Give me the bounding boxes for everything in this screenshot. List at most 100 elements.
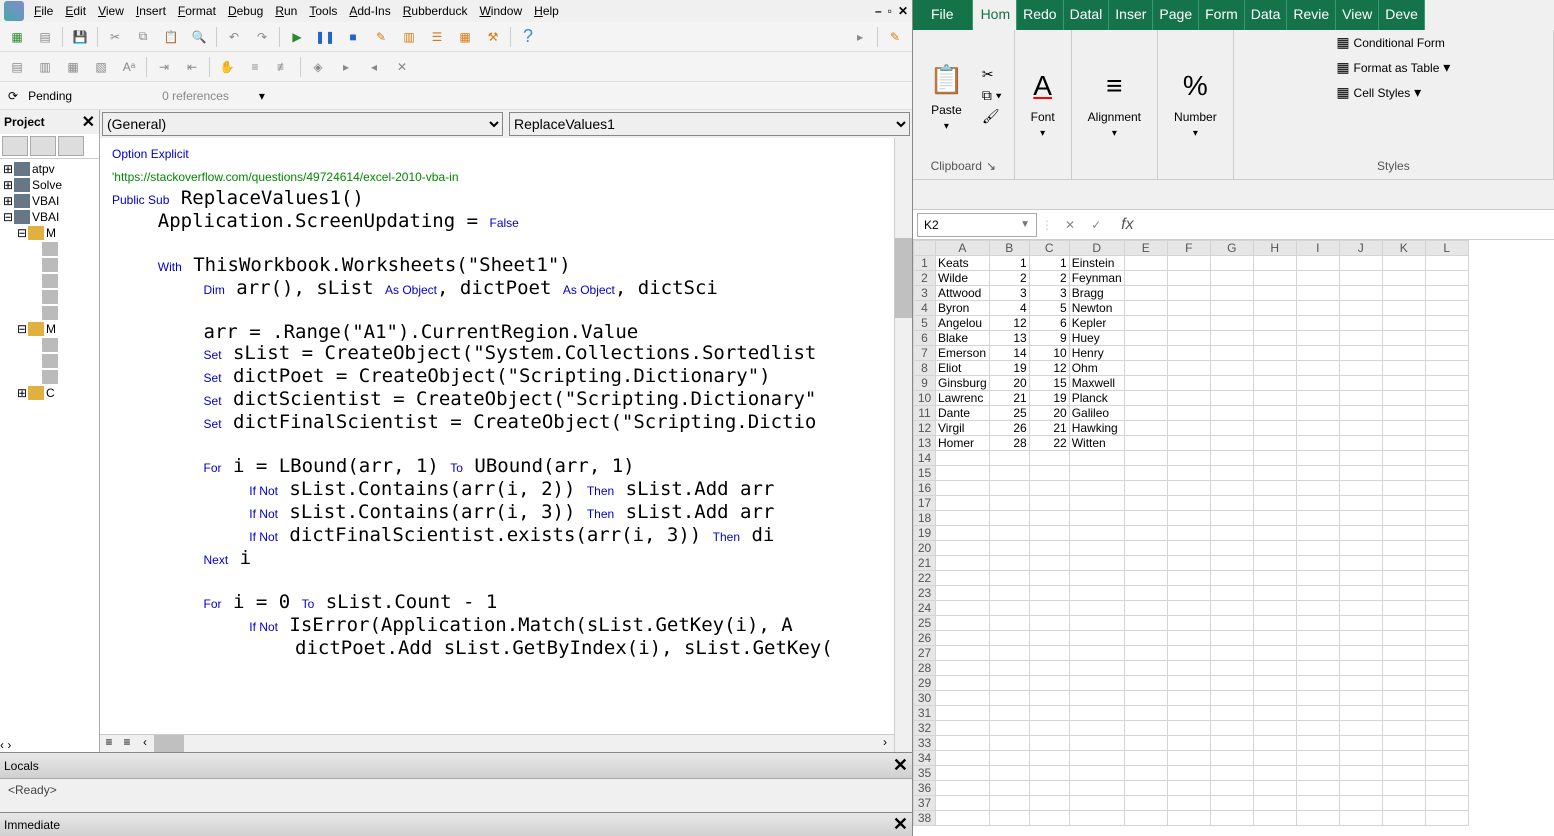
cell[interactable] [1210, 781, 1253, 796]
copy-icon[interactable]: ⧉ [130, 25, 156, 49]
cell[interactable] [1210, 571, 1253, 586]
view-object-icon[interactable] [30, 136, 56, 156]
cell[interactable] [1210, 436, 1253, 451]
row-header[interactable]: 3 [914, 286, 936, 301]
row-header[interactable]: 9 [914, 376, 936, 391]
cell[interactable]: 15 [1029, 376, 1069, 391]
next-bookmark-icon[interactable]: ▸ [333, 55, 359, 79]
cell[interactable] [1425, 481, 1468, 496]
cell[interactable] [989, 541, 1029, 556]
col-header-E[interactable]: E [1124, 241, 1167, 256]
cell[interactable] [1296, 421, 1339, 436]
cell[interactable] [936, 616, 990, 631]
cell[interactable] [1253, 796, 1296, 811]
cell[interactable] [1253, 391, 1296, 406]
col-header-A[interactable]: A [936, 241, 990, 256]
cell[interactable] [936, 736, 990, 751]
help-icon[interactable]: ? [515, 25, 541, 49]
cell[interactable] [936, 631, 990, 646]
cell[interactable] [1167, 691, 1210, 706]
close-icon[interactable]: ✕ [893, 755, 908, 776]
cell[interactable] [1425, 286, 1468, 301]
close-icon[interactable]: ✕ [893, 814, 908, 835]
cell[interactable] [1069, 571, 1124, 586]
menu-view[interactable]: View [92, 2, 130, 20]
row-header[interactable]: 29 [914, 676, 936, 691]
cell[interactable] [1253, 436, 1296, 451]
cell[interactable] [1167, 421, 1210, 436]
cell[interactable] [1029, 691, 1069, 706]
tab-redo[interactable]: Redo [1017, 0, 1063, 30]
cell[interactable]: 10 [1029, 346, 1069, 361]
tree-node[interactable]: ⊟M [2, 321, 97, 337]
cell[interactable] [1069, 601, 1124, 616]
object-browser-icon[interactable]: ▦ [452, 25, 478, 49]
cell[interactable] [1029, 781, 1069, 796]
cell[interactable] [1339, 406, 1382, 421]
cell[interactable]: Angelou [936, 316, 990, 331]
cell[interactable]: 20 [989, 376, 1029, 391]
cell[interactable] [989, 451, 1029, 466]
cell[interactable] [1210, 361, 1253, 376]
row-header[interactable]: 15 [914, 466, 936, 481]
cell[interactable]: Kepler [1069, 316, 1124, 331]
row-header[interactable]: 34 [914, 751, 936, 766]
cell[interactable] [1339, 811, 1382, 826]
cell[interactable] [936, 586, 990, 601]
excel-icon[interactable]: ▦ [4, 25, 30, 49]
cell[interactable] [1069, 781, 1124, 796]
cell[interactable] [989, 571, 1029, 586]
cell[interactable] [1339, 316, 1382, 331]
view-code-icon[interactable] [2, 136, 28, 156]
cell[interactable] [1167, 541, 1210, 556]
row-header[interactable]: 26 [914, 631, 936, 646]
cell[interactable] [1253, 751, 1296, 766]
tree-node[interactable]: ⊟M [2, 225, 97, 241]
row-header[interactable]: 6 [914, 331, 936, 346]
cell[interactable] [1167, 466, 1210, 481]
cell[interactable] [1339, 781, 1382, 796]
cell[interactable] [1210, 301, 1253, 316]
chevron-down-icon[interactable]: ▼ [1020, 219, 1030, 230]
row-header[interactable]: 32 [914, 721, 936, 736]
cell[interactable] [1253, 286, 1296, 301]
cell[interactable] [1167, 436, 1210, 451]
cell[interactable] [1069, 751, 1124, 766]
cell[interactable] [1425, 661, 1468, 676]
cell[interactable] [1296, 301, 1339, 316]
cell[interactable] [1069, 526, 1124, 541]
cell[interactable] [989, 556, 1029, 571]
toolbox-icon[interactable]: ⚒ [480, 25, 506, 49]
row-header[interactable]: 20 [914, 541, 936, 556]
cell[interactable] [1253, 346, 1296, 361]
cell[interactable] [1382, 436, 1425, 451]
cell[interactable] [1253, 361, 1296, 376]
cell[interactable] [989, 466, 1029, 481]
cell[interactable] [1382, 301, 1425, 316]
cell[interactable] [1382, 751, 1425, 766]
cell[interactable] [1253, 331, 1296, 346]
cell[interactable] [1382, 616, 1425, 631]
cell[interactable] [936, 796, 990, 811]
copy-button[interactable]: ⧉ ▾ [982, 87, 1002, 104]
cell[interactable] [936, 781, 990, 796]
cell[interactable] [1425, 796, 1468, 811]
cell[interactable]: 12 [989, 316, 1029, 331]
cell[interactable] [1210, 691, 1253, 706]
cell[interactable] [1339, 541, 1382, 556]
cell[interactable] [989, 811, 1029, 826]
cell[interactable] [1124, 316, 1167, 331]
cell[interactable] [989, 586, 1029, 601]
cell[interactable] [1253, 661, 1296, 676]
cell[interactable] [1382, 676, 1425, 691]
tb-4[interactable]: ▧ [88, 55, 114, 79]
tree-node[interactable] [2, 241, 97, 257]
cell[interactable]: 19 [1029, 391, 1069, 406]
cell[interactable] [1069, 496, 1124, 511]
cell[interactable] [1425, 766, 1468, 781]
cell[interactable] [936, 511, 990, 526]
cell[interactable] [1339, 481, 1382, 496]
cell[interactable] [1124, 391, 1167, 406]
col-header-K[interactable]: K [1382, 241, 1425, 256]
insert-icon[interactable]: ▤ [32, 25, 58, 49]
